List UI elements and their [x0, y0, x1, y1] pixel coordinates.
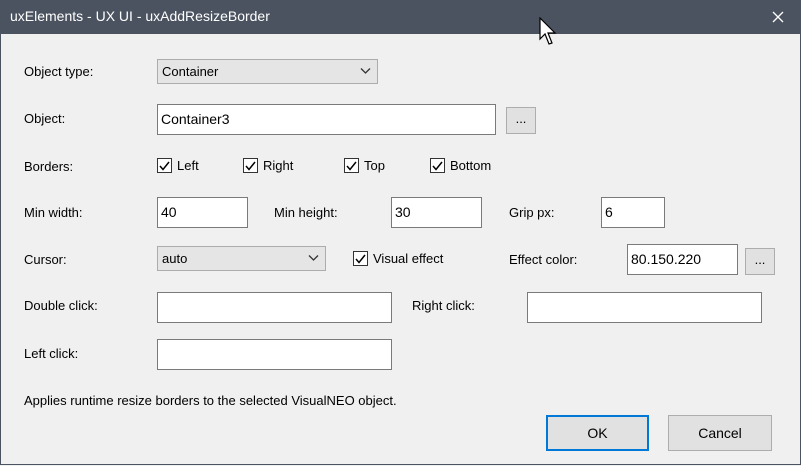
description-text: Applies runtime resize borders to the se…	[24, 393, 397, 408]
min-width-field[interactable]: 40	[157, 197, 248, 228]
effect-color-field[interactable]: 80.150.220	[627, 244, 738, 275]
border-bottom-checkbox[interactable]: Bottom	[430, 158, 491, 173]
checkbox-box	[430, 158, 445, 173]
close-button[interactable]	[755, 0, 801, 34]
visual-effect-label: Visual effect	[373, 251, 444, 266]
border-top-checkbox[interactable]: Top	[344, 158, 385, 173]
cursor-select[interactable]: auto	[157, 246, 326, 271]
border-left-checkbox[interactable]: Left	[157, 158, 199, 173]
title-bar: uxElements - UX UI - uxAddResizeBorder	[0, 0, 801, 34]
checkmark-icon	[355, 254, 366, 264]
left-click-label: Left click:	[24, 346, 79, 361]
effect-color-label: Effect color:	[509, 252, 578, 267]
borders-label: Borders:	[24, 159, 74, 174]
window-title: uxElements - UX UI - uxAddResizeBorder	[10, 8, 270, 24]
effect-color-browse-button[interactable]: ...	[745, 248, 775, 275]
visual-effect-checkbox[interactable]: Visual effect	[353, 251, 443, 266]
border-top-label: Top	[364, 158, 385, 173]
checkmark-icon	[245, 161, 256, 171]
close-icon	[772, 11, 784, 23]
double-click-field[interactable]	[157, 292, 392, 323]
effect-color-value: 80.150.220	[631, 251, 702, 267]
checkmark-icon	[159, 161, 170, 171]
checkbox-box	[353, 251, 368, 266]
checkmark-icon	[432, 161, 443, 171]
left-click-field[interactable]	[157, 339, 392, 370]
chevron-down-icon	[308, 255, 319, 261]
checkbox-box	[243, 158, 258, 173]
grip-px-value: 6	[605, 204, 613, 220]
object-value: Container3	[161, 111, 230, 127]
min-height-label: Min height:	[274, 205, 338, 220]
right-click-field[interactable]	[527, 292, 762, 323]
min-height-value: 30	[395, 204, 411, 220]
checkbox-box	[344, 158, 359, 173]
cursor-label: Cursor:	[24, 252, 67, 267]
object-label: Object:	[24, 111, 66, 126]
object-type-select[interactable]: Container	[157, 59, 378, 84]
checkmark-icon	[346, 161, 357, 171]
border-right-checkbox[interactable]: Right	[243, 158, 293, 173]
cancel-button[interactable]: Cancel	[668, 415, 772, 451]
min-width-value: 40	[161, 204, 177, 220]
border-right-label: Right	[263, 158, 294, 173]
border-bottom-label: Bottom	[450, 158, 492, 173]
double-click-label: Double click:	[24, 298, 98, 313]
right-click-label: Right click:	[412, 298, 475, 313]
grip-px-label: Grip px:	[509, 205, 555, 220]
checkbox-box	[157, 158, 172, 173]
border-left-label: Left	[177, 158, 199, 173]
min-height-field[interactable]: 30	[391, 197, 482, 228]
object-type-value: Container	[162, 64, 219, 79]
cursor-value: auto	[162, 251, 188, 266]
chevron-down-icon	[360, 68, 371, 74]
object-field[interactable]: Container3	[157, 104, 496, 135]
object-browse-button[interactable]: ...	[506, 107, 536, 134]
ok-button[interactable]: OK	[546, 415, 649, 451]
min-width-label: Min width:	[24, 205, 83, 220]
object-type-label: Object type:	[24, 64, 94, 79]
grip-px-field[interactable]: 6	[601, 197, 665, 228]
